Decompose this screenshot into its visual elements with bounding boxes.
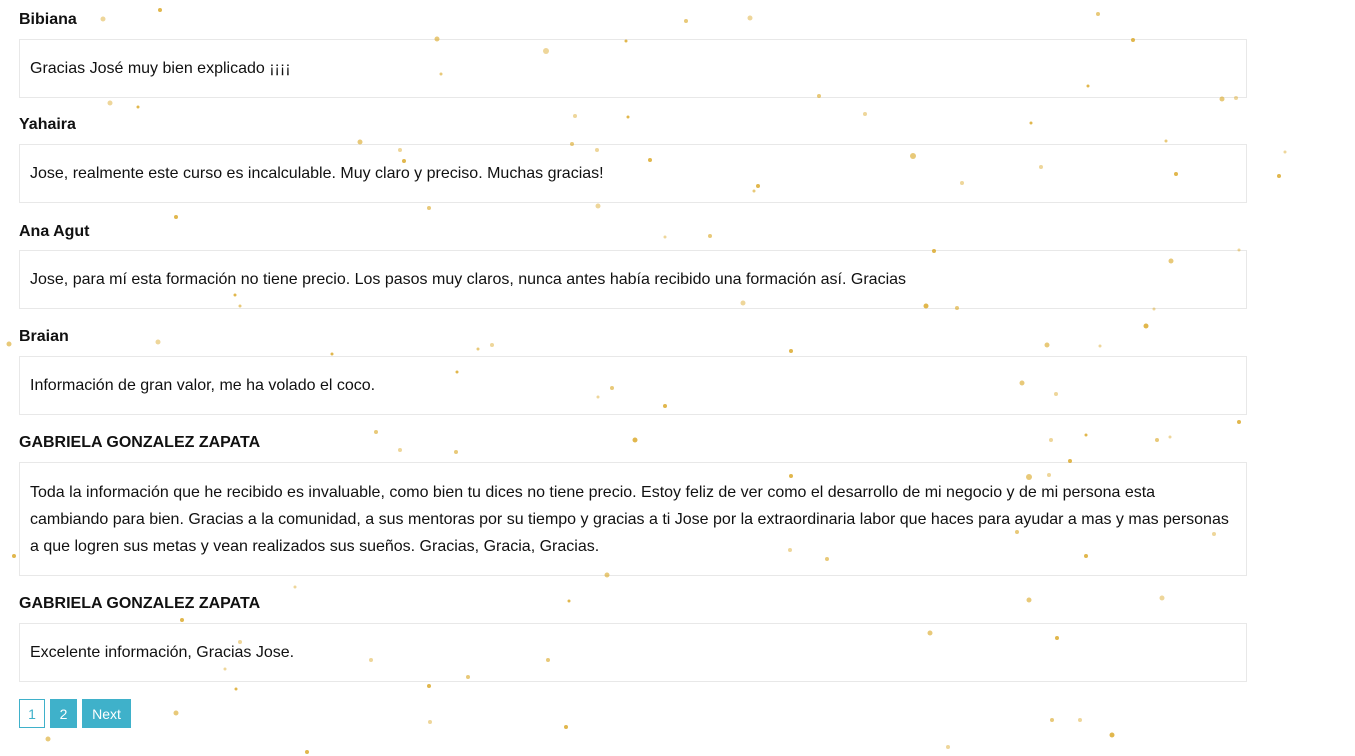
comment-item: Bibiana Gracias José muy bien explicado … <box>19 0 1247 98</box>
sparkle-dot <box>1277 174 1281 178</box>
sparkle-dot <box>173 710 179 716</box>
comment-text: Jose, realmente este curso es incalculab… <box>30 165 604 182</box>
comment-item: Yahaira Jose, realmente este curso es in… <box>19 98 1247 203</box>
comment-item: GABRIELA GONZALEZ ZAPATA Excelente infor… <box>19 576 1247 682</box>
comment-text: Excelente información, Gracias Jose. <box>30 644 295 661</box>
comment-text: Jose, para mí esta formación no tiene pr… <box>30 271 907 288</box>
sparkle-dot <box>45 736 51 742</box>
sparkle-dot <box>946 745 950 749</box>
comment-text: Gracias José muy bien explicado ¡¡¡¡ <box>30 60 291 77</box>
comment-author: Yahaira <box>19 116 76 133</box>
pagination: 1 2 Next <box>19 699 131 728</box>
sparkle-dot <box>234 687 238 691</box>
comment-author: Ana Agut <box>19 223 90 240</box>
sparkle-dot <box>305 750 309 754</box>
sparkle-dot <box>1109 732 1115 738</box>
sparkle-dot <box>428 720 432 724</box>
sparkle-dot <box>427 684 431 688</box>
sparkle-dot <box>1078 718 1082 722</box>
comment-author: Bibiana <box>19 11 77 28</box>
sparkle-dot <box>1283 150 1287 154</box>
page-2-link[interactable]: 2 <box>50 699 77 728</box>
comment-item: GABRIELA GONZALEZ ZAPATA Toda la informa… <box>19 415 1247 576</box>
comment-list: Bibiana Gracias José muy bien explicado … <box>19 0 1247 682</box>
sparkle-dot <box>1050 718 1054 722</box>
page-1-current[interactable]: 1 <box>19 699 45 728</box>
sparkle-dot <box>564 725 568 729</box>
comment-author: GABRIELA GONZALEZ ZAPATA <box>19 434 261 451</box>
comment-item: Ana Agut Jose, para mí esta formación no… <box>19 203 1247 309</box>
sparkle-dot <box>6 341 12 347</box>
comment-body: Toda la información que he recibido es i… <box>19 462 1247 576</box>
comment-body: Gracias José muy bien explicado ¡¡¡¡ <box>19 39 1247 98</box>
comment-text: Toda la información que he recibido es i… <box>30 483 1229 555</box>
comment-author: GABRIELA GONZALEZ ZAPATA <box>19 595 261 612</box>
comments-page: Bibiana Gracias José muy bien explicado … <box>0 0 1355 756</box>
sparkle-dot <box>12 554 16 558</box>
comment-body: Excelente información, Gracias Jose. <box>19 623 1247 682</box>
next-page-button[interactable]: Next <box>82 699 131 728</box>
comment-author: Braian <box>19 328 69 345</box>
comment-body: Jose, para mí esta formación no tiene pr… <box>19 250 1247 309</box>
comment-text: Información de gran valor, me ha volado … <box>30 377 376 394</box>
comment-body: Información de gran valor, me ha volado … <box>19 356 1247 415</box>
comment-item: Braian Información de gran valor, me ha … <box>19 309 1247 415</box>
comment-body: Jose, realmente este curso es incalculab… <box>19 144 1247 203</box>
